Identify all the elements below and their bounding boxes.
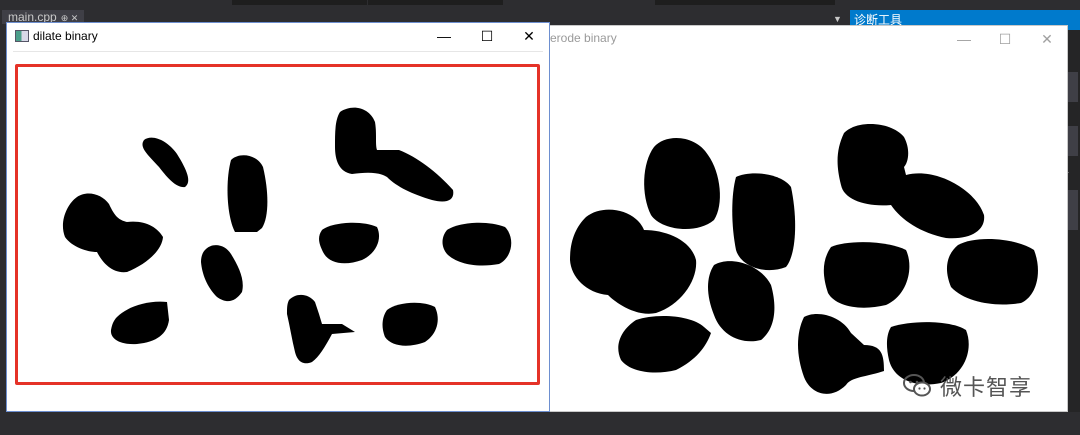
window-title: dilate binary (33, 29, 98, 43)
blob (837, 124, 985, 239)
maximize-icon[interactable]: ☐ (995, 30, 1015, 48)
ide-panel-edge (655, 0, 835, 5)
window-titlebar[interactable]: dilate binary — ☐ ✕ (7, 23, 549, 51)
blob (442, 222, 512, 266)
blob (142, 137, 189, 188)
window-titlebar[interactable]: erode binary — ☐ ✕ (546, 26, 1067, 54)
blob (201, 245, 243, 302)
blob (62, 193, 163, 273)
ide-panel-edge (368, 0, 503, 5)
close-icon[interactable]: ✕ (519, 27, 539, 45)
blob (823, 242, 910, 308)
blob (335, 107, 454, 202)
blob (732, 173, 796, 271)
blob (644, 137, 720, 230)
blob (110, 301, 169, 345)
maximize-icon[interactable]: ☐ (477, 27, 497, 45)
ide-panel-edge (232, 0, 367, 5)
blob (382, 302, 438, 346)
blob (319, 222, 380, 264)
minimize-icon[interactable]: — (954, 30, 974, 48)
window-title: erode binary (550, 31, 617, 45)
close-icon[interactable]: ✕ (1037, 30, 1057, 48)
erode-binary-window[interactable]: erode binary — ☐ ✕ (545, 25, 1068, 412)
wechat-icon (903, 374, 931, 397)
blob (798, 313, 884, 394)
blob (287, 294, 355, 364)
dropdown-arrow-icon[interactable]: ▼ (833, 14, 842, 24)
blob (946, 238, 1038, 305)
watermark-text: 微卡智享 (940, 375, 1033, 400)
ide-status-area (0, 412, 1080, 435)
minimize-icon[interactable]: — (434, 27, 454, 45)
app-icon (15, 30, 29, 42)
blob (618, 315, 711, 373)
blob (227, 155, 268, 232)
dilate-binary-window[interactable]: dilate binary — ☐ ✕ (6, 22, 550, 412)
dilate-image (62, 107, 512, 364)
watermark: 微卡智享 (902, 370, 1032, 402)
blob (708, 261, 775, 342)
erode-image (570, 124, 1038, 394)
